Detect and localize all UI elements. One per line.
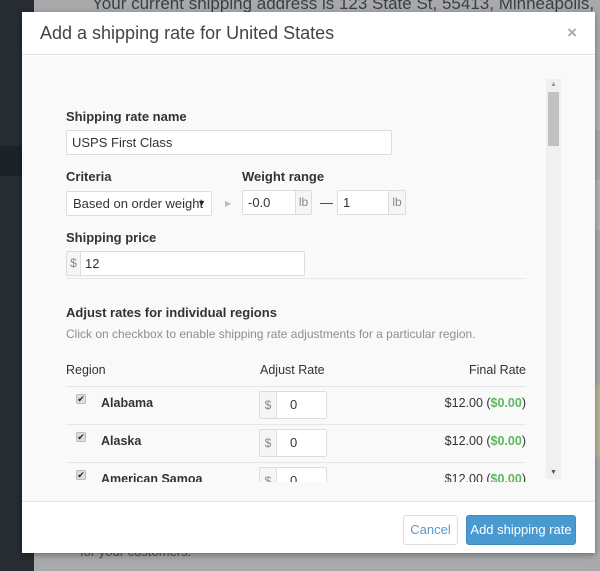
region-checkbox[interactable]: ✔ bbox=[76, 394, 86, 404]
adjust-rate-input[interactable]: 0 bbox=[276, 429, 327, 457]
scrollbar-thumb[interactable] bbox=[548, 92, 559, 146]
criteria-select-value: Based on order weight bbox=[73, 196, 204, 211]
scroll-up-arrow-icon[interactable]: ▲ bbox=[546, 79, 561, 91]
region-name: Alaska bbox=[101, 434, 142, 448]
region-name: American Samoa bbox=[101, 472, 203, 482]
add-shipping-rate-button[interactable]: Add shipping rate bbox=[466, 515, 576, 545]
section-divider bbox=[66, 278, 526, 279]
currency-addon: $ bbox=[66, 251, 81, 276]
column-header-final-rate: Final Rate bbox=[469, 363, 526, 377]
final-rate: $12.00 ($0.00) bbox=[444, 434, 526, 448]
weight-range-label: Weight range bbox=[242, 169, 325, 184]
modal-footer: Cancel Add shipping rate bbox=[22, 503, 595, 553]
final-rate: $12.00 ($0.00) bbox=[445, 472, 526, 482]
adjust-rate-input[interactable]: 0 bbox=[276, 467, 327, 482]
criteria-label: Criteria bbox=[66, 169, 112, 184]
currency-addon: $ bbox=[259, 391, 276, 419]
add-shipping-rate-modal: Add a shipping rate for United States × … bbox=[22, 12, 595, 553]
shipping-rate-name-label: Shipping rate name bbox=[66, 109, 187, 124]
region-row: ✔ American Samoa $ 0 $12.00 ($0.00) bbox=[66, 462, 526, 482]
final-rate-value: $12.00 bbox=[444, 396, 483, 410]
caret-down-icon: ▼ bbox=[197, 198, 206, 208]
modal-scroll-area: Shipping rate name USPS First Class Crit… bbox=[22, 56, 542, 482]
final-rate: $12.00 ($0.00) bbox=[444, 396, 526, 410]
shipping-rate-name-input[interactable]: USPS First Class bbox=[66, 130, 392, 155]
modal-body: Shipping rate name USPS First Class Crit… bbox=[22, 56, 595, 502]
weight-max-input[interactable]: 1 bbox=[337, 190, 389, 215]
region-row: ✔ Alabama $ 0 $12.00 ($0.00) bbox=[66, 386, 526, 424]
region-name: Alabama bbox=[101, 396, 154, 410]
rate-difference: $0.00 bbox=[490, 434, 522, 448]
adjust-rate-input[interactable]: 0 bbox=[276, 391, 327, 419]
close-icon[interactable]: × bbox=[567, 23, 577, 43]
final-rate-value: $12.00 bbox=[444, 434, 483, 448]
column-header-adjust-rate: Adjust Rate bbox=[260, 363, 325, 377]
currency-addon: $ bbox=[259, 467, 276, 482]
currency-addon: $ bbox=[259, 429, 276, 457]
final-rate-value: $12.00 bbox=[444, 472, 483, 482]
cancel-button[interactable]: Cancel bbox=[403, 515, 458, 545]
weight-min-input[interactable]: -0.0 bbox=[242, 190, 296, 215]
region-checkbox[interactable]: ✔ bbox=[76, 432, 86, 442]
scroll-down-arrow-icon[interactable]: ▼ bbox=[546, 467, 561, 479]
modal-scrollbar[interactable]: ▲ ▼ bbox=[546, 79, 561, 479]
modal-header: Add a shipping rate for United States × bbox=[22, 12, 595, 55]
rate-difference: $0.00 bbox=[490, 472, 522, 482]
shipping-price-input[interactable]: 12 bbox=[80, 251, 305, 276]
weight-min-unit: lb bbox=[295, 190, 312, 215]
rate-difference: $0.00 bbox=[490, 396, 522, 410]
modal-title: Add a shipping rate for United States bbox=[40, 23, 335, 43]
shipping-price-label: Shipping price bbox=[66, 230, 157, 245]
adjust-regions-heading: Adjust rates for individual regions bbox=[66, 305, 277, 320]
adjust-regions-help: Click on checkbox to enable shipping rat… bbox=[66, 327, 476, 341]
region-row: ✔ Alaska $ 0 $12.00 ($0.00) bbox=[66, 424, 526, 462]
weight-max-unit: lb bbox=[388, 190, 406, 215]
caret-right-icon: ▶ bbox=[225, 199, 232, 208]
range-separator: — bbox=[320, 195, 333, 210]
column-header-region: Region bbox=[66, 363, 106, 377]
criteria-select[interactable]: Based on order weight ▼ bbox=[66, 191, 212, 216]
region-checkbox[interactable]: ✔ bbox=[76, 470, 86, 480]
